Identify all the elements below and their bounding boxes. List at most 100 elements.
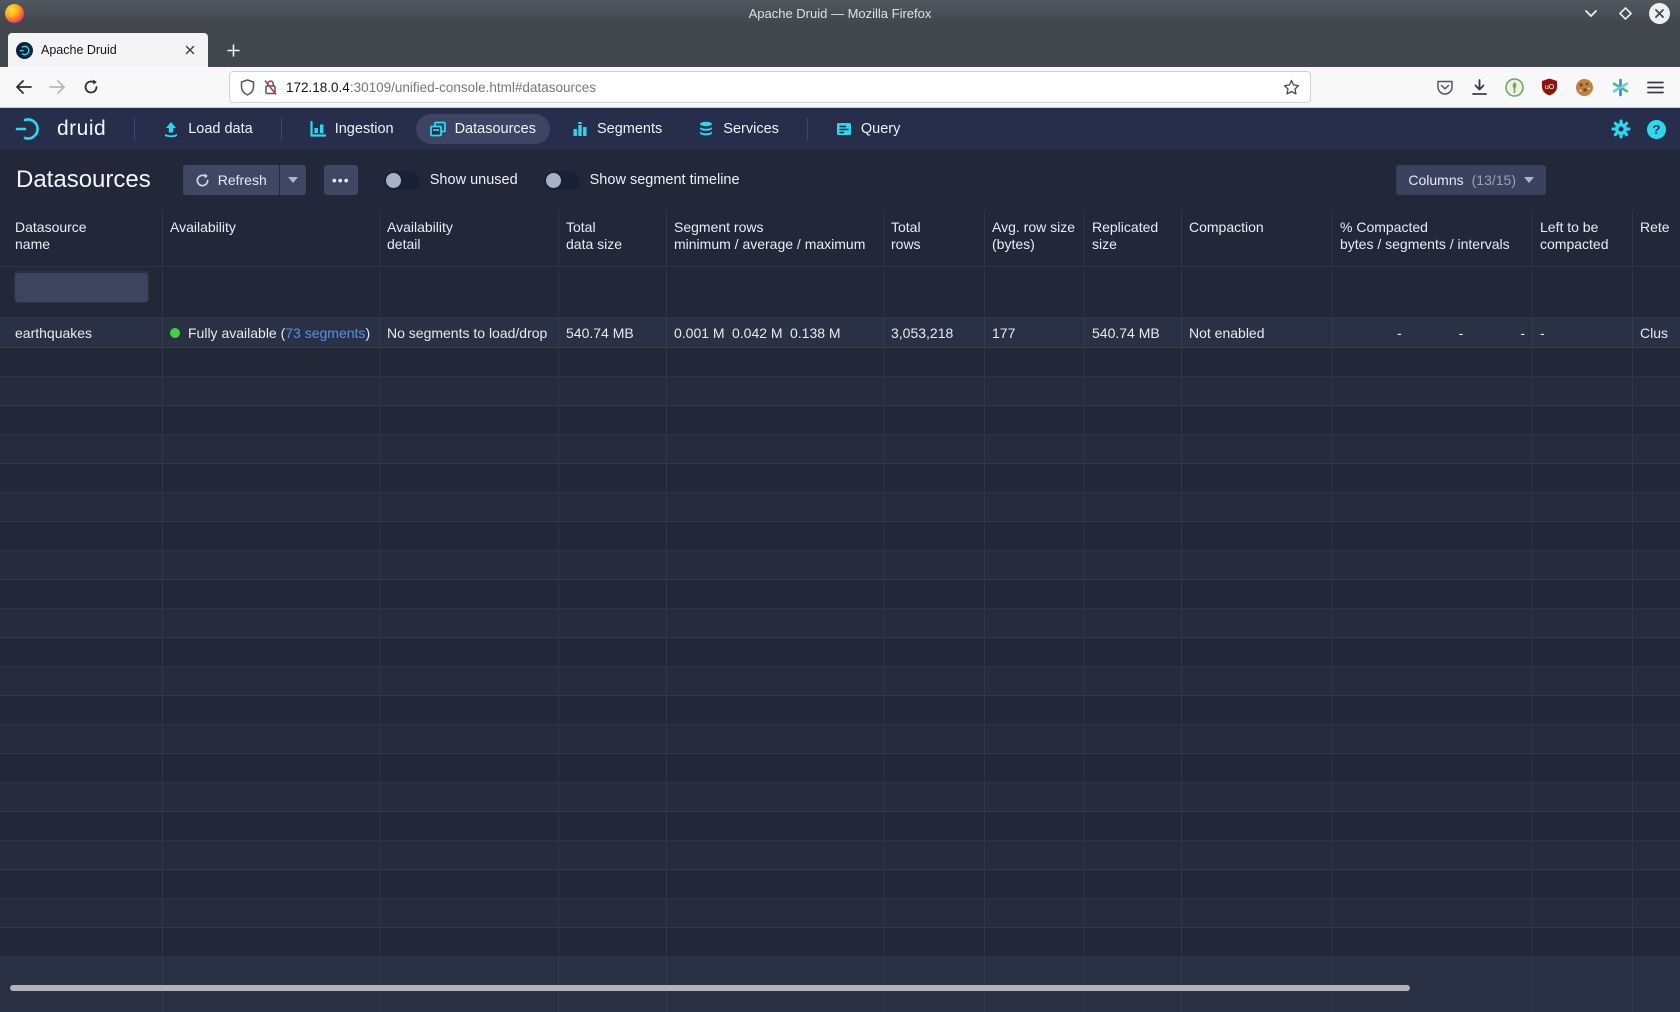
col-header-availability[interactable]: Availability — [163, 210, 380, 267]
nav-item-segments[interactable]: Segments — [558, 114, 676, 144]
insecure-lock-icon[interactable] — [263, 79, 278, 96]
table-empty-cell — [1633, 899, 1680, 928]
tracking-shield-icon[interactable] — [240, 79, 255, 96]
table-empty-cell — [1533, 725, 1633, 754]
table-empty-cell — [985, 464, 1085, 493]
table-empty-cell — [1182, 464, 1333, 493]
reload-button[interactable] — [76, 73, 106, 101]
table-empty-cell — [985, 551, 1085, 580]
table-empty-cell — [1533, 667, 1633, 696]
settings-gear-icon[interactable] — [1611, 119, 1631, 139]
table-empty-cell — [0, 580, 163, 609]
url-bar[interactable]: 172.18.0.4:30109/unified-console.html#da… — [230, 72, 1310, 102]
segments-link[interactable]: 73 segments — [285, 325, 365, 341]
table-empty-cell — [884, 406, 985, 435]
show-unused-toggle[interactable] — [384, 171, 420, 190]
table-empty-cell — [559, 580, 667, 609]
datasource-name-filter-input[interactable] — [15, 272, 148, 302]
table-empty-cell — [1085, 696, 1182, 725]
new-tab-button[interactable] — [218, 35, 248, 65]
nav-item-query[interactable]: Query — [822, 114, 915, 144]
table-empty-cell — [985, 377, 1085, 406]
nav-item-services[interactable]: Services — [684, 114, 793, 144]
nav-item-load-data[interactable]: Load data — [149, 114, 267, 144]
chevron-down-icon — [1524, 177, 1534, 183]
table-empty-cell — [380, 783, 559, 812]
show-unused-toggle-group: Show unused — [384, 171, 518, 190]
show-segment-timeline-toggle[interactable] — [544, 171, 580, 190]
nav-item-datasources[interactable]: Datasources — [416, 114, 550, 144]
table-empty-cell — [1333, 435, 1533, 464]
col-header-replicated-size[interactable]: Replicated size — [1085, 210, 1182, 267]
col-header-retention[interactable]: Rete — [1633, 210, 1680, 267]
table-empty-cell — [559, 377, 667, 406]
table-empty-cell — [1533, 580, 1633, 609]
table-empty-row — [0, 609, 1680, 638]
col-header-left-to-be-compacted[interactable]: Left to be compacted — [1533, 210, 1633, 267]
druid-logo[interactable]: druid — [14, 116, 124, 142]
table-empty-row — [0, 435, 1680, 464]
help-icon[interactable]: ? — [1647, 120, 1666, 139]
table-empty-cell — [163, 435, 380, 464]
back-button[interactable] — [8, 73, 38, 101]
table-empty-row — [0, 870, 1680, 899]
col-header-avg-row-size[interactable]: Avg. row size (bytes) — [985, 210, 1085, 267]
table-empty-cell — [884, 928, 985, 957]
table-empty-cell — [1333, 899, 1533, 928]
refresh-interval-dropdown[interactable] — [280, 165, 306, 195]
col-header-pct-compacted[interactable]: % Compacted bytes / segments / intervals — [1333, 210, 1533, 267]
nav-item-ingestion[interactable]: Ingestion — [296, 114, 408, 144]
table-empty-row — [0, 493, 1680, 522]
hamburger-menu-icon[interactable] — [1647, 81, 1664, 94]
table-empty-cell — [163, 522, 380, 551]
table-empty-cell — [163, 841, 380, 870]
tab-close-icon[interactable] — [180, 40, 200, 60]
table-empty-cell — [1182, 435, 1333, 464]
browser-tab[interactable]: Apache Druid — [8, 33, 208, 67]
table-empty-cell — [380, 725, 559, 754]
forward-button[interactable] — [42, 73, 72, 101]
table-empty-cell — [559, 870, 667, 899]
col-header-datasource-name[interactable]: Datasource name — [0, 210, 163, 267]
table-empty-cell — [1085, 435, 1182, 464]
table-empty-cell — [1533, 812, 1633, 841]
bookmark-star-icon[interactable] — [1283, 79, 1300, 96]
col-header-total-data-size[interactable]: Total data size — [559, 210, 667, 267]
table-empty-cell — [1633, 348, 1680, 377]
horizontal-scrollbar-thumb[interactable] — [10, 985, 1410, 991]
colorful-asterisk-extension-icon[interactable] — [1611, 78, 1630, 97]
svg-text:uO: uO — [1545, 84, 1555, 91]
url-path: :30109/unified-console.html#datasources — [350, 80, 596, 95]
col-header-compaction[interactable]: Compaction — [1182, 210, 1333, 267]
table-empty-cell — [1085, 725, 1182, 754]
table-empty-cell — [163, 406, 380, 435]
col-header-segment-rows[interactable]: Segment rows minimum / average / maximum — [667, 210, 884, 267]
table-empty-cell — [667, 493, 884, 522]
show-segment-timeline-label: Show segment timeline — [590, 172, 740, 188]
table-empty-cell — [1333, 783, 1533, 812]
table-empty-row — [0, 522, 1680, 551]
col-header-availability-detail[interactable]: Availability detail — [380, 210, 559, 267]
pocket-icon[interactable] — [1436, 79, 1454, 96]
nav-item-label: Segments — [597, 121, 662, 137]
table-empty-cell — [1633, 580, 1680, 609]
datasource-row-earthquakes[interactable]: earthquakes Fully available ( 73 segment… — [0, 318, 1680, 348]
table-empty-row — [0, 638, 1680, 667]
table-empty-cell — [1633, 725, 1680, 754]
table-empty-cell — [380, 464, 559, 493]
columns-dropdown-button[interactable]: Columns (13/15) — [1396, 165, 1546, 195]
more-actions-button[interactable]: ••• — [324, 165, 358, 195]
minimize-button[interactable] — [1581, 4, 1601, 24]
cookie-extension-icon[interactable] — [1575, 78, 1594, 97]
downloads-icon[interactable] — [1471, 79, 1488, 96]
close-button[interactable] — [1649, 3, 1670, 24]
col-header-total-rows[interactable]: Total rows — [884, 210, 985, 267]
table-empty-cell — [667, 464, 884, 493]
table-empty-cell — [0, 609, 163, 638]
ublock-origin-icon[interactable]: uO — [1541, 78, 1558, 96]
privacy-extension-icon[interactable] — [1505, 78, 1524, 97]
maximize-button[interactable] — [1615, 4, 1635, 24]
refresh-button[interactable]: Refresh — [183, 165, 279, 195]
table-empty-cell — [0, 667, 163, 696]
table-empty-cell — [1333, 754, 1533, 783]
